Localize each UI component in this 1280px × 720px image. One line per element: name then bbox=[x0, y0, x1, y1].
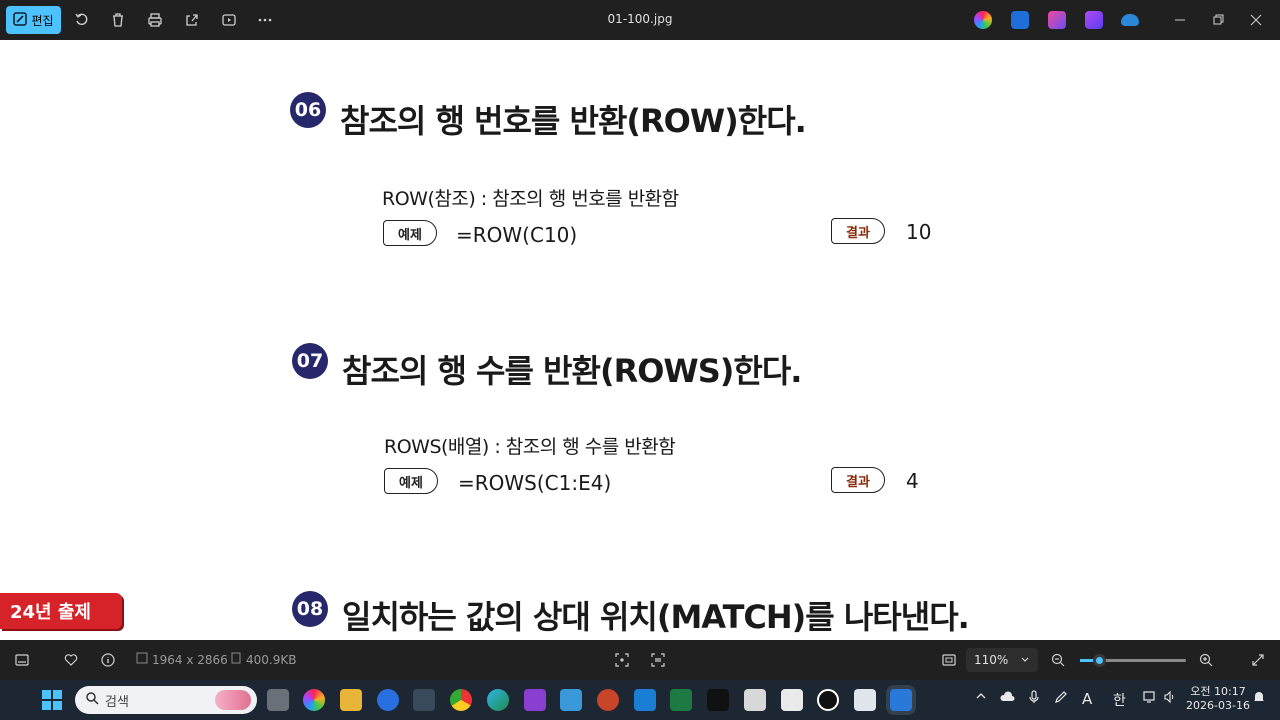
notification-icon[interactable] bbox=[1252, 690, 1266, 708]
fit-to-window-icon[interactable] bbox=[614, 652, 630, 668]
delete-icon[interactable] bbox=[108, 10, 128, 30]
dimensions-readout: 1964 x 2866 bbox=[136, 652, 228, 667]
copilot-icon[interactable] bbox=[974, 11, 992, 29]
powerpoint-icon[interactable] bbox=[597, 689, 619, 711]
chevron-down-icon bbox=[1020, 653, 1030, 667]
zoom-slider[interactable] bbox=[1080, 654, 1186, 667]
result-tag: 결과 bbox=[831, 467, 885, 493]
zoom-slider-thumb[interactable] bbox=[1093, 654, 1107, 667]
copilot-taskbar-icon[interactable] bbox=[303, 689, 325, 711]
result-value: 4 bbox=[906, 469, 919, 493]
favorite-icon[interactable] bbox=[63, 652, 79, 668]
snipping-tool-icon[interactable] bbox=[781, 689, 803, 711]
clock[interactable]: 오전 10:17 2026-03-16 bbox=[1186, 685, 1250, 713]
file-size: 400.9KB bbox=[246, 652, 297, 667]
image-size-icon bbox=[136, 652, 148, 667]
title-bar: 편집 01-100.jpg bbox=[0, 0, 1280, 40]
more-icon[interactable] bbox=[255, 10, 275, 30]
filesize-readout: 400.9KB bbox=[230, 652, 296, 667]
onedrive-icon[interactable] bbox=[1121, 14, 1139, 26]
file-size-icon bbox=[230, 652, 242, 667]
task-view-icon[interactable] bbox=[267, 689, 289, 711]
app-icon-image[interactable] bbox=[744, 689, 766, 711]
zoom-out-icon[interactable] bbox=[1050, 652, 1066, 668]
taskbar: 검색 A 한 오전 10:17 2026-03-16 bbox=[0, 680, 1280, 720]
image-dimensions: 1964 x 2866 bbox=[152, 652, 228, 667]
example-formula: =ROW(C10) bbox=[456, 223, 578, 247]
minimize-icon[interactable] bbox=[1170, 10, 1190, 30]
app-icon-blue[interactable] bbox=[377, 689, 399, 711]
edit-button[interactable]: 편집 bbox=[6, 6, 61, 34]
example-tag: 예제 bbox=[383, 220, 437, 246]
onenote-icon[interactable] bbox=[524, 689, 546, 711]
section-heading: 일치하는 값의 상대 위치(MATCH)를 나타낸다. bbox=[342, 598, 970, 636]
zoom-dropdown[interactable]: 110% bbox=[966, 648, 1038, 672]
share-icon[interactable] bbox=[182, 10, 202, 30]
example-tag: 예제 bbox=[384, 468, 438, 494]
info-icon[interactable] bbox=[100, 652, 116, 668]
notes-icon[interactable] bbox=[560, 689, 582, 711]
function-description: ROWS(배열) : 참조의 행 수를 반환함 bbox=[384, 436, 676, 458]
fullscreen-icon[interactable] bbox=[1250, 652, 1266, 668]
close-icon[interactable] bbox=[1246, 10, 1266, 30]
visual-search-icon[interactable] bbox=[650, 652, 666, 668]
window-title: 01-100.jpg bbox=[607, 12, 673, 26]
status-bar: 1964 x 2866 400.9KB 110% bbox=[0, 640, 1280, 680]
clock-time: 오전 10:17 bbox=[1190, 685, 1246, 698]
clipchamp-icon[interactable] bbox=[1048, 11, 1066, 29]
zoom-in-icon[interactable] bbox=[1198, 652, 1214, 668]
result-value: 10 bbox=[906, 220, 932, 244]
app-icon-circle[interactable] bbox=[817, 689, 839, 711]
rotate-icon[interactable] bbox=[72, 10, 92, 30]
onedrive-tray-icon[interactable] bbox=[1000, 690, 1016, 708]
pen-icon[interactable] bbox=[1054, 690, 1068, 708]
restore-icon[interactable] bbox=[1208, 10, 1228, 30]
volume-icon[interactable] bbox=[1163, 690, 1177, 708]
zoom-level: 110% bbox=[974, 653, 1009, 667]
designer-icon[interactable] bbox=[1011, 11, 1029, 29]
section-heading: 참조의 행 번호를 반환(ROW)한다. bbox=[340, 102, 807, 140]
taskbar-search[interactable]: 검색 bbox=[75, 686, 257, 714]
document-page: 06 참조의 행 번호를 반환(ROW)한다. ROW(참조) : 참조의 행 … bbox=[0, 40, 1280, 640]
section-number-badge: 07 bbox=[292, 343, 328, 379]
network-icon[interactable] bbox=[1143, 690, 1159, 708]
print-icon[interactable] bbox=[145, 10, 165, 30]
file-explorer-icon[interactable] bbox=[340, 689, 362, 711]
app-icon-doc[interactable] bbox=[413, 689, 435, 711]
clock-date: 2026-03-16 bbox=[1186, 699, 1250, 712]
result-tag: 결과 bbox=[831, 218, 885, 244]
capcut-icon[interactable] bbox=[707, 689, 729, 711]
section-heading: 참조의 행 수를 반환(ROWS)한다. bbox=[342, 352, 802, 390]
chevron-up-icon[interactable] bbox=[975, 690, 987, 706]
section-number-badge: 08 bbox=[292, 591, 328, 627]
function-description: ROW(참조) : 참조의 행 번호를 반환함 bbox=[382, 188, 679, 210]
example-formula: =ROWS(C1:E4) bbox=[458, 471, 612, 495]
microphone-icon[interactable] bbox=[1028, 690, 1040, 708]
filmstrip-icon[interactable] bbox=[14, 652, 30, 668]
ime-indicator[interactable]: 한 bbox=[1113, 690, 1126, 710]
search-icon bbox=[85, 691, 99, 709]
search-placeholder: 검색 bbox=[105, 694, 129, 710]
video-editor-icon[interactable] bbox=[1085, 11, 1103, 29]
search-highlight-icon bbox=[215, 690, 251, 710]
start-button[interactable] bbox=[42, 690, 62, 710]
photos-icon[interactable] bbox=[890, 689, 912, 711]
slideshow-icon[interactable] bbox=[219, 10, 239, 30]
exam-year-badge: 24년 출제 bbox=[0, 593, 122, 629]
edge-icon[interactable] bbox=[487, 689, 509, 711]
edit-label: 편집 bbox=[31, 13, 54, 28]
chrome-icon[interactable] bbox=[450, 689, 472, 711]
excel-icon[interactable] bbox=[670, 689, 692, 711]
app-icon-calc[interactable] bbox=[634, 689, 656, 711]
section-number-badge: 06 bbox=[290, 92, 326, 128]
image-canvas[interactable]: 06 참조의 행 번호를 반환(ROW)한다. ROW(참조) : 참조의 행 … bbox=[0, 40, 1280, 640]
actual-size-icon[interactable] bbox=[941, 652, 957, 668]
font-icon[interactable]: A bbox=[1082, 690, 1092, 708]
paint-icon[interactable] bbox=[854, 689, 876, 711]
edit-icon bbox=[13, 11, 28, 29]
